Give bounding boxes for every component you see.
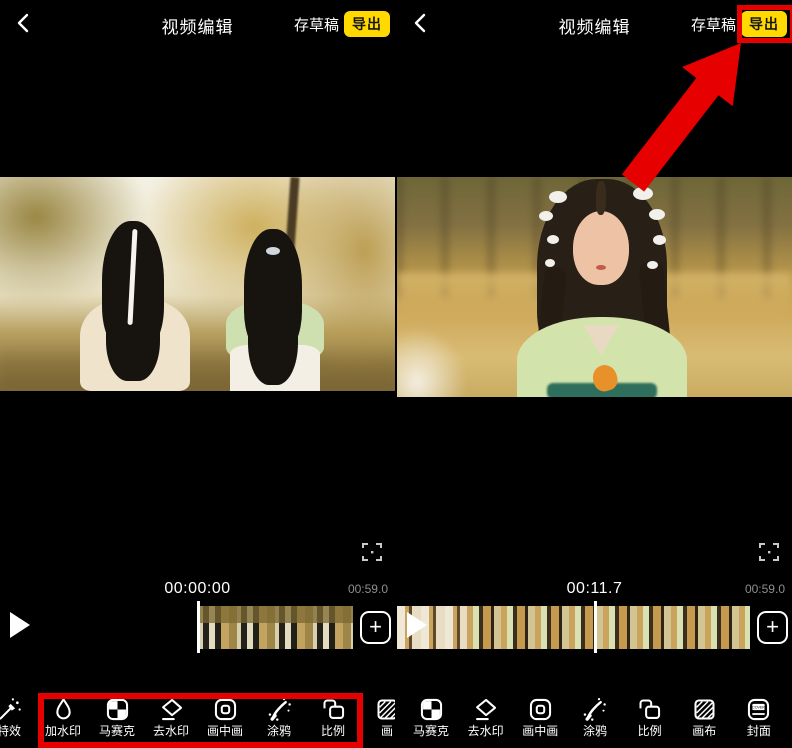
hair-ornament — [549, 191, 567, 203]
canvas-icon — [691, 696, 718, 723]
effects-icon — [0, 696, 23, 723]
save-draft-button[interactable]: 存草稿 — [691, 14, 736, 35]
girl-figure-right — [232, 229, 316, 391]
playhead — [594, 601, 597, 653]
tutorial-image: 视频编辑 存草稿 导出 00:00:00 00:59.0 + — [0, 0, 792, 748]
canvas-icon — [374, 696, 396, 723]
toolbar-item-canvas[interactable]: 画 — [360, 696, 395, 748]
remove-watermark-icon — [158, 696, 185, 723]
export-button[interactable]: 导出 — [344, 11, 390, 37]
hair-ornament — [547, 235, 559, 244]
hair-ornament — [545, 259, 555, 267]
phone-screenshot-right: 视频编辑 存草稿 导出 — [397, 0, 792, 748]
time-row: 00:11.7 00:59.0 — [397, 580, 792, 600]
add-watermark-icon — [50, 696, 77, 723]
editing-toolbar: 马赛克 去水印 画中画 涂鸦 比例 画布 — [397, 696, 792, 748]
picture-in-picture-icon — [527, 696, 554, 723]
play-button[interactable] — [10, 612, 30, 638]
toolbar-item-ratio[interactable]: 比例 — [306, 696, 360, 748]
ratio-icon — [320, 696, 347, 723]
toolbar-item-pip[interactable]: 画中画 — [198, 696, 252, 748]
current-time: 00:00:00 — [0, 580, 395, 598]
add-clip-button[interactable]: + — [757, 611, 788, 644]
toolbar-item-mosaic[interactable]: 马赛克 — [90, 696, 144, 748]
mosaic-icon — [104, 696, 131, 723]
girl-face — [573, 211, 629, 285]
toolbar-item-mosaic[interactable]: 马赛克 — [404, 696, 458, 748]
hair-part — [596, 181, 607, 215]
girl-lips — [596, 265, 606, 270]
toolbar-item-remove-watermark[interactable]: 去水印 — [144, 696, 198, 748]
hair-ornament — [539, 211, 553, 221]
hair-ornament — [647, 261, 658, 269]
time-row: 00:00:00 00:59.0 — [0, 580, 395, 600]
doodle-icon — [266, 696, 293, 723]
fullscreen-icon[interactable] — [758, 541, 780, 563]
remove-watermark-icon — [472, 696, 499, 723]
phone-screenshot-left: 视频编辑 存草稿 导出 00:00:00 00:59.0 + — [0, 0, 395, 748]
hair-ornament — [653, 235, 666, 245]
white-foreground-blur — [397, 327, 467, 397]
current-time: 00:11.7 — [397, 580, 792, 598]
video-preview[interactable] — [397, 177, 792, 397]
toolbar-item-remove-watermark[interactable]: 去水印 — [459, 696, 513, 748]
add-clip-button[interactable]: + — [360, 611, 391, 644]
play-button[interactable] — [407, 612, 427, 638]
app-header: 视频编辑 存草稿 导出 — [397, 0, 792, 46]
cover-icon: COVER — [745, 696, 772, 723]
total-duration: 00:59.0 — [745, 582, 785, 596]
ratio-icon — [636, 696, 663, 723]
picture-in-picture-icon — [212, 696, 239, 723]
toolbar-item-effects[interactable]: 特效 — [0, 696, 36, 748]
app-header: 视频编辑 存草稿 导出 — [0, 0, 395, 46]
timeline-clip-strip[interactable] — [199, 606, 353, 649]
ground — [0, 345, 395, 391]
toolbar-item-doodle[interactable]: 涂鸦 — [252, 696, 306, 748]
doodle-icon — [581, 696, 608, 723]
mosaic-icon — [418, 696, 445, 723]
playhead — [197, 601, 200, 653]
hair-ornament — [633, 187, 653, 200]
toolbar-item-doodle[interactable]: 涂鸦 — [568, 696, 622, 748]
total-duration: 00:59.0 — [348, 582, 388, 596]
girl-figure-left — [88, 221, 180, 391]
timeline-clip-strip[interactable] — [467, 606, 750, 649]
editing-toolbar: 特效 加水印 马赛克 去水印 画中画 涂鸦 — [0, 696, 395, 748]
toolbar-item-add-watermark[interactable]: 加水印 — [36, 696, 90, 748]
toolbar-item-canvas[interactable]: 画布 — [677, 696, 731, 748]
toolbar-item-ratio[interactable]: 比例 — [623, 696, 677, 748]
toolbar-item-pip[interactable]: 画中画 — [513, 696, 567, 748]
save-draft-button[interactable]: 存草稿 — [294, 14, 339, 35]
hair-ornament — [649, 209, 665, 220]
export-button[interactable]: 导出 — [741, 11, 787, 37]
toolbar-item-cover[interactable]: COVER 封面 — [732, 696, 786, 748]
fullscreen-icon[interactable] — [361, 541, 383, 563]
svg-text:COVER: COVER — [753, 705, 766, 709]
video-preview[interactable] — [0, 177, 395, 391]
